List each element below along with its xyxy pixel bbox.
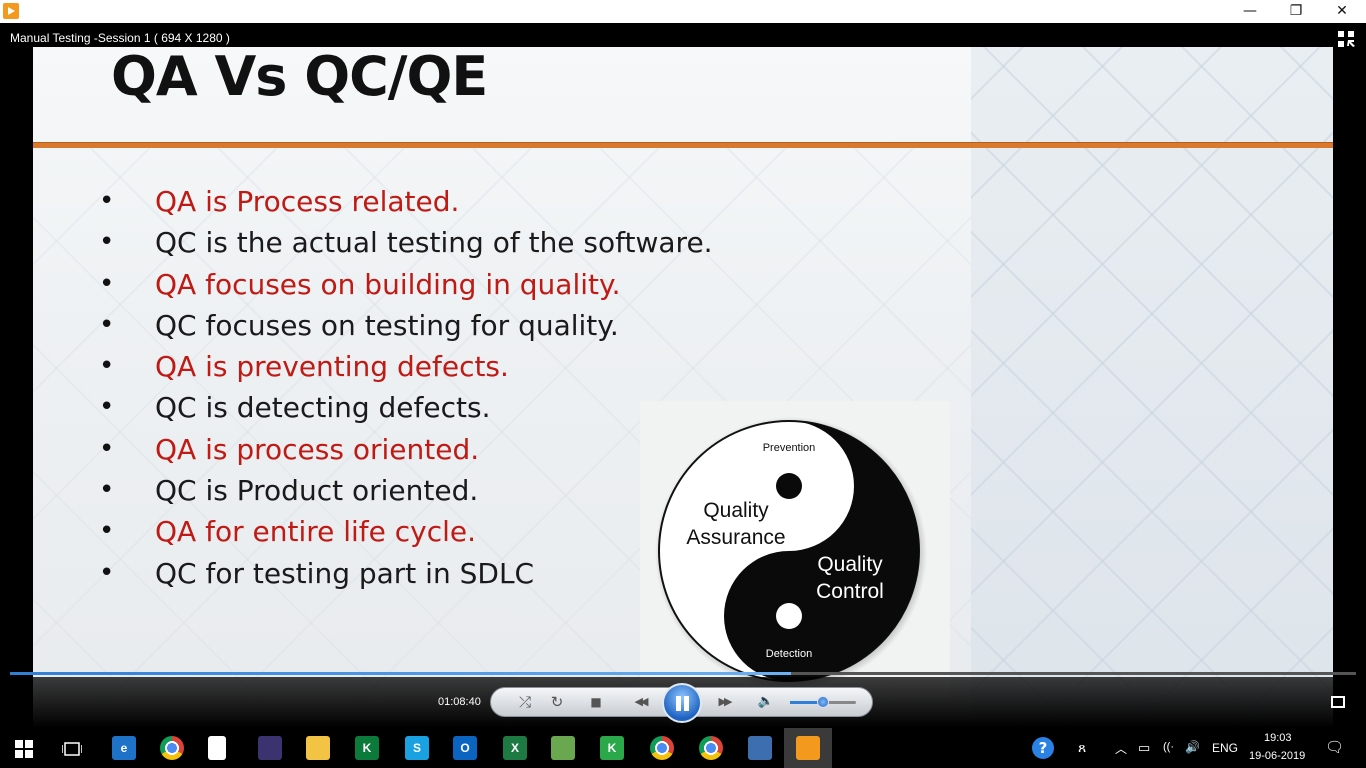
speaker-icon[interactable]: 🔊 <box>1185 740 1200 754</box>
help-icon[interactable]: ? <box>1032 737 1054 759</box>
media-player-app-icon[interactable] <box>3 3 19 19</box>
video-area[interactable]: QA Vs QC/QE QA is Process related.QC is … <box>0 23 1366 728</box>
taskbar-app-skype-icon[interactable]: S <box>405 736 429 760</box>
pause-button[interactable] <box>662 683 702 723</box>
close-button[interactable]: ✕ <box>1319 0 1365 23</box>
bullet-item: QC is detecting defects. <box>95 387 713 428</box>
yin-yang-graphic: Prevention Quality Assurance Quality Con… <box>655 417 927 689</box>
restore-button[interactable]: ❐ <box>1273 0 1319 23</box>
chevron-up-icon[interactable]: ︿ <box>1115 740 1127 757</box>
bullet-item: QA focuses on building in quality. <box>95 264 713 305</box>
notifications-icon[interactable]: 🗨 <box>1325 738 1344 756</box>
bullet-item: QC for testing part in SDLC <box>95 553 713 594</box>
media-player-window: — ❐ ✕ QA Vs QC/QE QA is Process related.… <box>0 0 1366 768</box>
taskbar-app-chrome3-icon[interactable] <box>699 736 723 760</box>
switch-to-library-icon[interactable] <box>1331 696 1345 708</box>
bullet-item: QA for entire life cycle. <box>95 511 713 552</box>
qc-label-line1: Quality <box>817 553 883 576</box>
bullet-item: QA is preventing defects. <box>95 346 713 387</box>
video-title: Manual Testing -Session 1 ( 694 X 1280 ) <box>10 31 230 45</box>
detection-dot <box>776 603 802 629</box>
taskbar-app-chrome2-icon[interactable] <box>650 736 674 760</box>
taskbar-app-media-player-icon[interactable] <box>796 736 820 760</box>
taskbar-app-project-icon[interactable] <box>551 736 575 760</box>
elapsed-time: 01:08:40 <box>438 696 481 708</box>
detection-label: Detection <box>766 648 812 660</box>
taskbar-app-eclipse-icon[interactable] <box>258 736 282 760</box>
bullet-list: QA is Process related.QC is the actual t… <box>95 181 713 594</box>
taskbar-app-remote-icon[interactable] <box>748 736 772 760</box>
slide: QA Vs QC/QE QA is Process related.QC is … <box>33 47 1333 728</box>
volume-knob[interactable] <box>817 696 829 708</box>
title-divider <box>33 142 1333 148</box>
qa-label-line1: Quality <box>703 499 769 522</box>
language-indicator[interactable]: ENG <box>1212 741 1238 755</box>
clock-date[interactable]: 19-06-2019 <box>1249 750 1305 762</box>
yin-yang-diagram: Prevention Quality Assurance Quality Con… <box>640 401 950 701</box>
taskbar <box>0 728 1366 768</box>
bullet-item: QC is the actual testing of the software… <box>95 222 713 263</box>
taskbar-app-file-icon[interactable] <box>208 736 226 760</box>
mute-button[interactable]: 🔈 <box>754 691 778 713</box>
people-icon[interactable]: ጸ <box>1078 739 1086 756</box>
start-button-windows-icon[interactable] <box>15 740 33 758</box>
stop-button[interactable]: ■ <box>585 691 607 713</box>
clock-time[interactable]: 19:03 <box>1264 732 1292 744</box>
taskbar-app-edge-icon[interactable]: e <box>112 736 136 760</box>
bullet-item: QC focuses on testing for quality. <box>95 305 713 346</box>
taskbar-app-chrome-icon[interactable] <box>160 736 184 760</box>
slide-title: QA Vs QC/QE <box>111 47 488 108</box>
battery-icon[interactable]: ▭ <box>1138 740 1150 756</box>
minimize-button[interactable]: — <box>1227 0 1273 23</box>
taskbar-app-kite-icon[interactable]: K <box>355 736 379 760</box>
slide-side-panel <box>971 47 1333 728</box>
task-view-icon[interactable] <box>62 739 82 759</box>
qa-label-line2: Assurance <box>686 526 785 549</box>
prevention-dot <box>776 473 802 499</box>
next-button[interactable]: ▶▶ <box>704 691 744 713</box>
taskbar-app-outlook-icon[interactable]: O <box>453 736 477 760</box>
seek-bar-progress <box>10 672 791 675</box>
wifi-icon[interactable]: ((· <box>1163 741 1174 753</box>
switch-view-icon[interactable] <box>1338 31 1356 47</box>
bullet-item: QC is Product oriented. <box>95 470 713 511</box>
taskbar-app-file-explorer-icon[interactable] <box>306 736 330 760</box>
taskbar-app-kite2-icon[interactable]: K <box>600 736 624 760</box>
shuffle-button[interactable]: ⤮ <box>513 691 537 713</box>
repeat-button[interactable]: ↻ <box>545 691 569 713</box>
window-title-bar: — ❐ ✕ <box>0 0 1366 23</box>
qc-label-line2: Control <box>816 580 884 603</box>
prevention-label: Prevention <box>763 442 816 454</box>
bullet-item: QA is Process related. <box>95 181 713 222</box>
previous-button[interactable]: ◀◀ <box>620 691 660 713</box>
bullet-item: QA is process oriented. <box>95 429 713 470</box>
taskbar-app-excel-icon[interactable]: X <box>503 736 527 760</box>
seek-bar[interactable] <box>10 672 1356 675</box>
